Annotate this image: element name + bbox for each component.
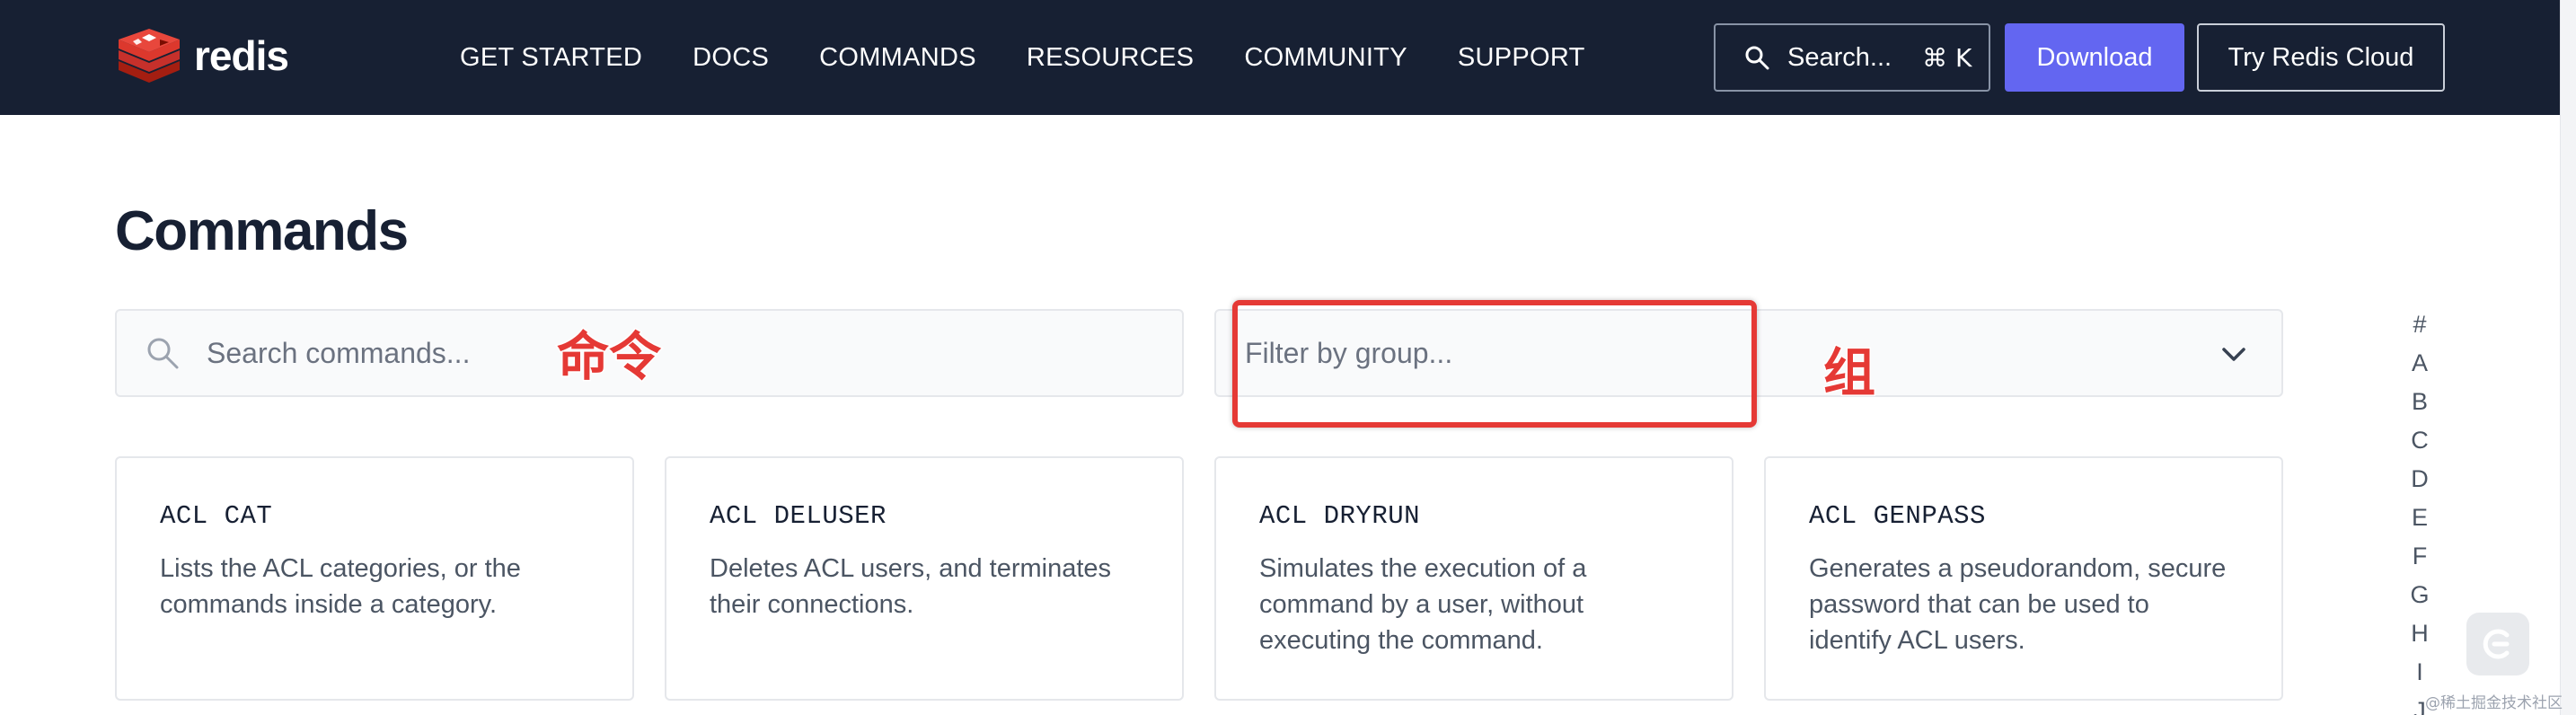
command-card-acl-deluser[interactable]: ACL DELUSER Deletes ACL users, and termi…: [665, 456, 1184, 701]
alpha-link[interactable]: G: [2410, 576, 2429, 614]
site-search-label: Search...: [1787, 42, 1892, 72]
floating-helper-button[interactable]: [2466, 613, 2529, 675]
annotation-group: 组: [1822, 341, 1876, 405]
nav-resources[interactable]: RESOURCES: [1027, 43, 1194, 73]
nav-get-started[interactable]: GET STARTED: [460, 43, 642, 73]
command-card-acl-dryrun[interactable]: ACL DRYRUN Simulates the execution of a …: [1214, 456, 1734, 701]
nav-community[interactable]: COMMUNITY: [1244, 43, 1407, 73]
scrollbar[interactable]: [2560, 0, 2576, 715]
command-name: ACL GENPASS: [1809, 501, 1986, 531]
main-nav: GET STARTED DOCS COMMANDS RESOURCES COMM…: [460, 0, 1585, 115]
alpha-link[interactable]: F: [2413, 537, 2428, 576]
try-redis-cloud-button[interactable]: Try Redis Cloud: [2197, 23, 2445, 92]
alpha-link[interactable]: B: [2412, 383, 2428, 421]
alpha-link[interactable]: J: [2413, 692, 2426, 715]
top-navbar: redis GET STARTED DOCS COMMANDS RESOURCE…: [0, 0, 2560, 115]
site-search-button[interactable]: Search... ⌘ K: [1714, 23, 1990, 92]
nav-docs[interactable]: DOCS: [693, 43, 769, 73]
command-card-acl-genpass[interactable]: ACL GENPASS Generates a pseudorandom, se…: [1764, 456, 2283, 701]
command-description: Simulates the execution of a command by …: [1259, 554, 1587, 655]
alpha-link[interactable]: #: [2413, 305, 2426, 344]
annotation-command: 命令: [555, 325, 662, 389]
command-description: Generates a pseudorandom, secure passwor…: [1809, 554, 2227, 655]
alphabet-index: # A B C D E F G H I J: [2407, 305, 2432, 715]
alpha-link[interactable]: D: [2411, 460, 2429, 499]
command-name: ACL DELUSER: [710, 501, 887, 531]
command-name: ACL DRYRUN: [1259, 501, 1421, 531]
command-description: Deletes ACL users, and terminates their …: [710, 554, 1112, 619]
chevron-down-icon: [2222, 348, 2245, 361]
alpha-link[interactable]: H: [2411, 614, 2429, 653]
nav-support[interactable]: SUPPORT: [1458, 43, 1585, 73]
alpha-link[interactable]: I: [2416, 653, 2423, 692]
alpha-link[interactable]: C: [2411, 421, 2429, 460]
page-title: Commands: [115, 200, 409, 262]
command-card-acl-cat[interactable]: ACL CAT Lists the ACL categories, or the…: [115, 456, 634, 701]
nav-commands[interactable]: COMMANDS: [819, 43, 976, 73]
chat-bubble-icon: [2483, 629, 2510, 659]
command-description: Lists the ACL categories, or the command…: [160, 554, 521, 619]
command-name: ACL CAT: [160, 501, 273, 531]
search-shortcut: ⌘ K: [1922, 42, 1972, 73]
alpha-link[interactable]: A: [2412, 344, 2428, 383]
download-button[interactable]: Download: [2005, 23, 2184, 92]
alpha-link[interactable]: E: [2412, 499, 2428, 537]
search-icon: [147, 338, 179, 369]
redis-logo[interactable]: redis: [115, 25, 289, 86]
search-icon: [1745, 46, 1769, 70]
watermark: @稀土掘金技术社区: [2425, 694, 2563, 712]
highlight-box: [1232, 300, 1757, 428]
logo-text: redis: [194, 32, 289, 79]
redis-cube-icon: [119, 29, 180, 83]
